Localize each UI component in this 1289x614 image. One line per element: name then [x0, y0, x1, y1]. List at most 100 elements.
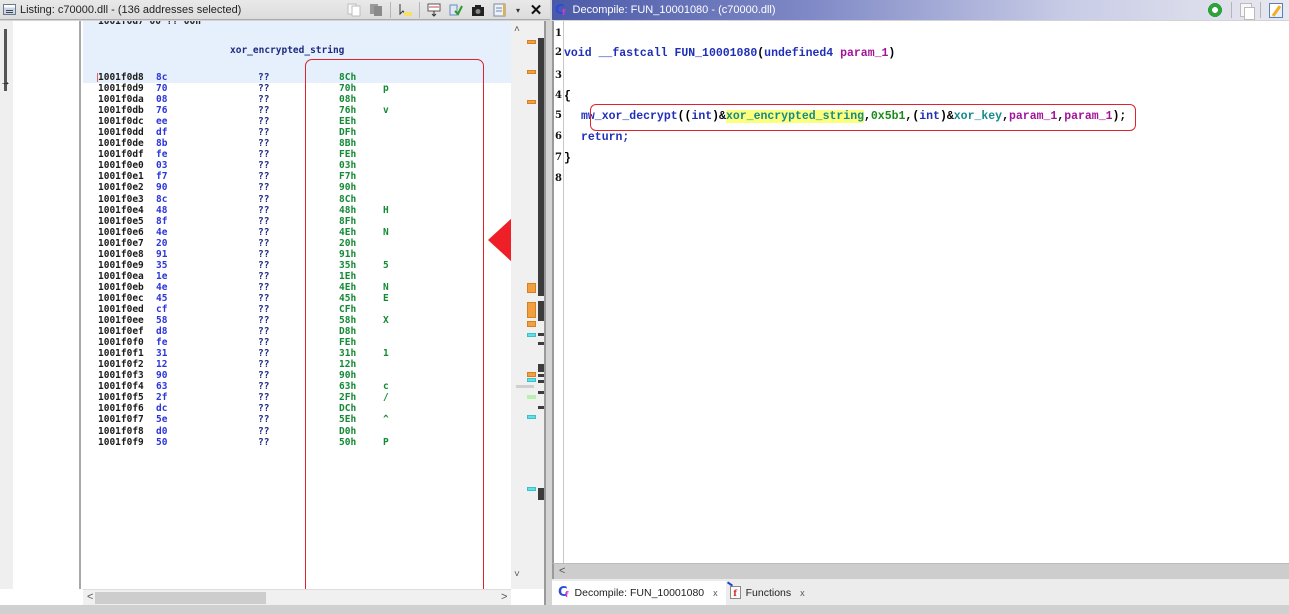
copy-icon[interactable] [346, 2, 362, 18]
listing-row[interactable]: 1001f0e7 20?? 20h [83, 238, 511, 249]
scroll-down-icon[interactable]: ˅ [514, 569, 520, 580]
listing-row[interactable]: 1001f0f1 31?? 31h 1 [83, 348, 511, 359]
edit-signature-icon[interactable] [1269, 2, 1283, 18]
listing-row[interactable]: 1001f0eb 4e?? 4Eh N [83, 282, 511, 293]
data-type: ?? [258, 359, 270, 371]
tab-close-icon[interactable]: x [800, 588, 805, 598]
byte-value: cf [156, 303, 168, 315]
hex-value: 91h [339, 248, 357, 260]
listing-row[interactable]: 1001f0f4 63?? 63h c [83, 381, 511, 392]
listing-row[interactable]: 1001f0da 08?? 08h [83, 94, 511, 105]
listing-row[interactable]: 1001f0ec 45?? 45h E [83, 293, 511, 304]
insert-field-icon[interactable] [426, 2, 442, 18]
byte-value: 91 [156, 248, 168, 260]
listing-row[interactable]: 1001f0f5 2f?? 2Fh / [83, 392, 511, 403]
scroll-up-icon[interactable]: ˄ [514, 24, 520, 35]
decompile-panel: Cf Decompile: FUN_10001080 - (c70000.dll… [552, 0, 1289, 614]
tab-close-icon[interactable]: x [713, 588, 718, 598]
call-function-name[interactable]: mw_xor_decrypt [581, 110, 678, 123]
listing-row[interactable]: 1001f0f6 dc?? DCh [83, 403, 511, 414]
listing-icon [3, 4, 16, 15]
address: 1001f0f1 [98, 348, 144, 360]
listing-row[interactable]: 1001f0d8 8c?? 8Ch [83, 72, 511, 84]
data-type: ?? [258, 72, 270, 83]
scroll-right-icon[interactable]: > [501, 591, 507, 603]
param-name[interactable]: param_1 [1009, 110, 1057, 123]
listing-row[interactable]: 1001f0dc ee?? EEh [83, 116, 511, 127]
listing-row[interactable]: 1001f0e8 91?? 91h [83, 249, 511, 260]
listing-row[interactable]: 1001f0df fe?? FEh [83, 149, 511, 160]
data-label[interactable]: xor_encrypted_string [230, 45, 344, 56]
overview-bar[interactable] [516, 38, 544, 578]
check-field-icon[interactable] [448, 2, 464, 18]
toolbar-separator [419, 2, 420, 18]
highlighted-global-xor-encrypted-string[interactable]: xor_encrypted_string [725, 110, 864, 123]
line-number: 3 [555, 70, 562, 81]
param-name[interactable]: param_1 [840, 47, 888, 60]
listing-row[interactable]: 1001f0ed cf?? CFh [83, 304, 511, 315]
tab-decompile[interactable]: Cf Decompile: FUN_10001080 x [552, 580, 726, 605]
ascii-char: 5 [383, 259, 389, 271]
code-line-open-brace: { [564, 90, 571, 103]
listing-row[interactable]: 1001f0e9 35?? 35h 5 [83, 260, 511, 271]
address: 1001f0de [98, 138, 144, 150]
cast-type[interactable]: int [691, 110, 712, 123]
toolbar-separator [1231, 2, 1232, 18]
listing-row[interactable]: 1001f0e1 f7?? F7h [83, 171, 511, 182]
listing-row[interactable]: 1001f0ea 1e?? 1Eh [83, 271, 511, 282]
listing-row[interactable]: 1001f0ef d8?? D8h [83, 326, 511, 337]
listing-row[interactable]: 1001f0f2 12?? 12h [83, 359, 511, 370]
listing-row[interactable]: 1001f0f8 d0?? D0h [83, 426, 511, 437]
close-icon[interactable]: ✕ [528, 2, 544, 19]
listing-row[interactable]: 1001f0e0 03?? 03h [83, 160, 511, 171]
decompile-horizontal-scrollbar[interactable]: < [552, 563, 1289, 579]
return-type: void [564, 47, 592, 60]
byte-value: d8 [156, 326, 168, 338]
listing-content[interactable]: 1001f0d7 00 ?? 00h xor_encrypted_string … [83, 21, 511, 589]
listing-row[interactable]: 1001f0de 8b?? 8Bh [83, 138, 511, 149]
paste-icon[interactable] [368, 2, 384, 18]
global-xor-key[interactable]: xor_key [954, 110, 1002, 123]
overview-viewport-marker[interactable] [516, 385, 534, 388]
ascii-char: v [383, 105, 389, 117]
listing-row[interactable]: 1001f0f3 90?? 90h [83, 370, 511, 381]
param-type[interactable]: undefined4 [764, 47, 833, 60]
function-name[interactable]: FUN_10001080 [674, 47, 757, 60]
snapshot-camera-icon[interactable] [470, 2, 486, 18]
listing-row[interactable]: 1001f0e5 8f?? 8Fh [83, 216, 511, 227]
param-name[interactable]: param_1 [1064, 110, 1112, 123]
tab-functions[interactable]: f Functions x [726, 581, 813, 605]
listing-row[interactable]: 1001f0e6 4e?? 4Eh N [83, 227, 511, 238]
scroll-left-icon[interactable]: < [87, 591, 93, 603]
address: 1001f0e4 [98, 204, 144, 216]
copy-icon[interactable] [1240, 3, 1255, 20]
byte-value: 1e [156, 270, 168, 282]
edit-field-layout-icon[interactable] [492, 2, 508, 18]
listing-row[interactable]: 1001f0f9 50?? 50h P [83, 437, 511, 448]
listing-row[interactable]: 1001f0e4 48?? 48h H [83, 205, 511, 216]
data-type: ?? [258, 326, 270, 338]
listing-row[interactable]: 1001f0dd df?? DFh [83, 127, 511, 138]
listing-row[interactable]: 1001f0db 76?? 76h v [83, 105, 511, 116]
data-type: ?? [258, 248, 270, 260]
data-type: ?? [258, 381, 270, 393]
scrollbar-thumb[interactable] [95, 592, 266, 604]
cursor-select-icon[interactable] [397, 2, 413, 18]
listing-horizontal-scrollbar[interactable]: < > [83, 589, 511, 605]
scroll-left-icon[interactable]: < [559, 565, 565, 577]
refresh-icon[interactable] [1207, 2, 1223, 18]
toolbar-separator [1260, 2, 1261, 18]
data-type: ?? [258, 403, 270, 415]
listing-row[interactable]: 1001f0e2 90?? 90h [83, 182, 511, 193]
length-constant[interactable]: 0x5b1 [871, 110, 906, 123]
decompile-body[interactable]: 1 2 3 4 5 6 7 8 void __fastcall FUN_1000… [552, 21, 1289, 563]
listing-row[interactable]: 1001f0e3 8c?? 8Ch [83, 194, 511, 205]
listing-vertical-scrollbar[interactable]: ˄ ˅ [511, 21, 544, 589]
listing-row[interactable]: 1001f0d9 70?? 70h p [83, 83, 511, 94]
address: 1001f0f5 [98, 392, 144, 404]
dropdown-arrow-icon[interactable]: ▾ [514, 2, 522, 18]
listing-row[interactable]: 1001f0f7 5e?? 5Eh ^ [83, 414, 511, 425]
listing-row[interactable]: 1001f0f0 fe?? FEh [83, 337, 511, 348]
cast-type[interactable]: int [919, 110, 940, 123]
listing-row[interactable]: 1001f0ee 58?? 58h X [83, 315, 511, 326]
